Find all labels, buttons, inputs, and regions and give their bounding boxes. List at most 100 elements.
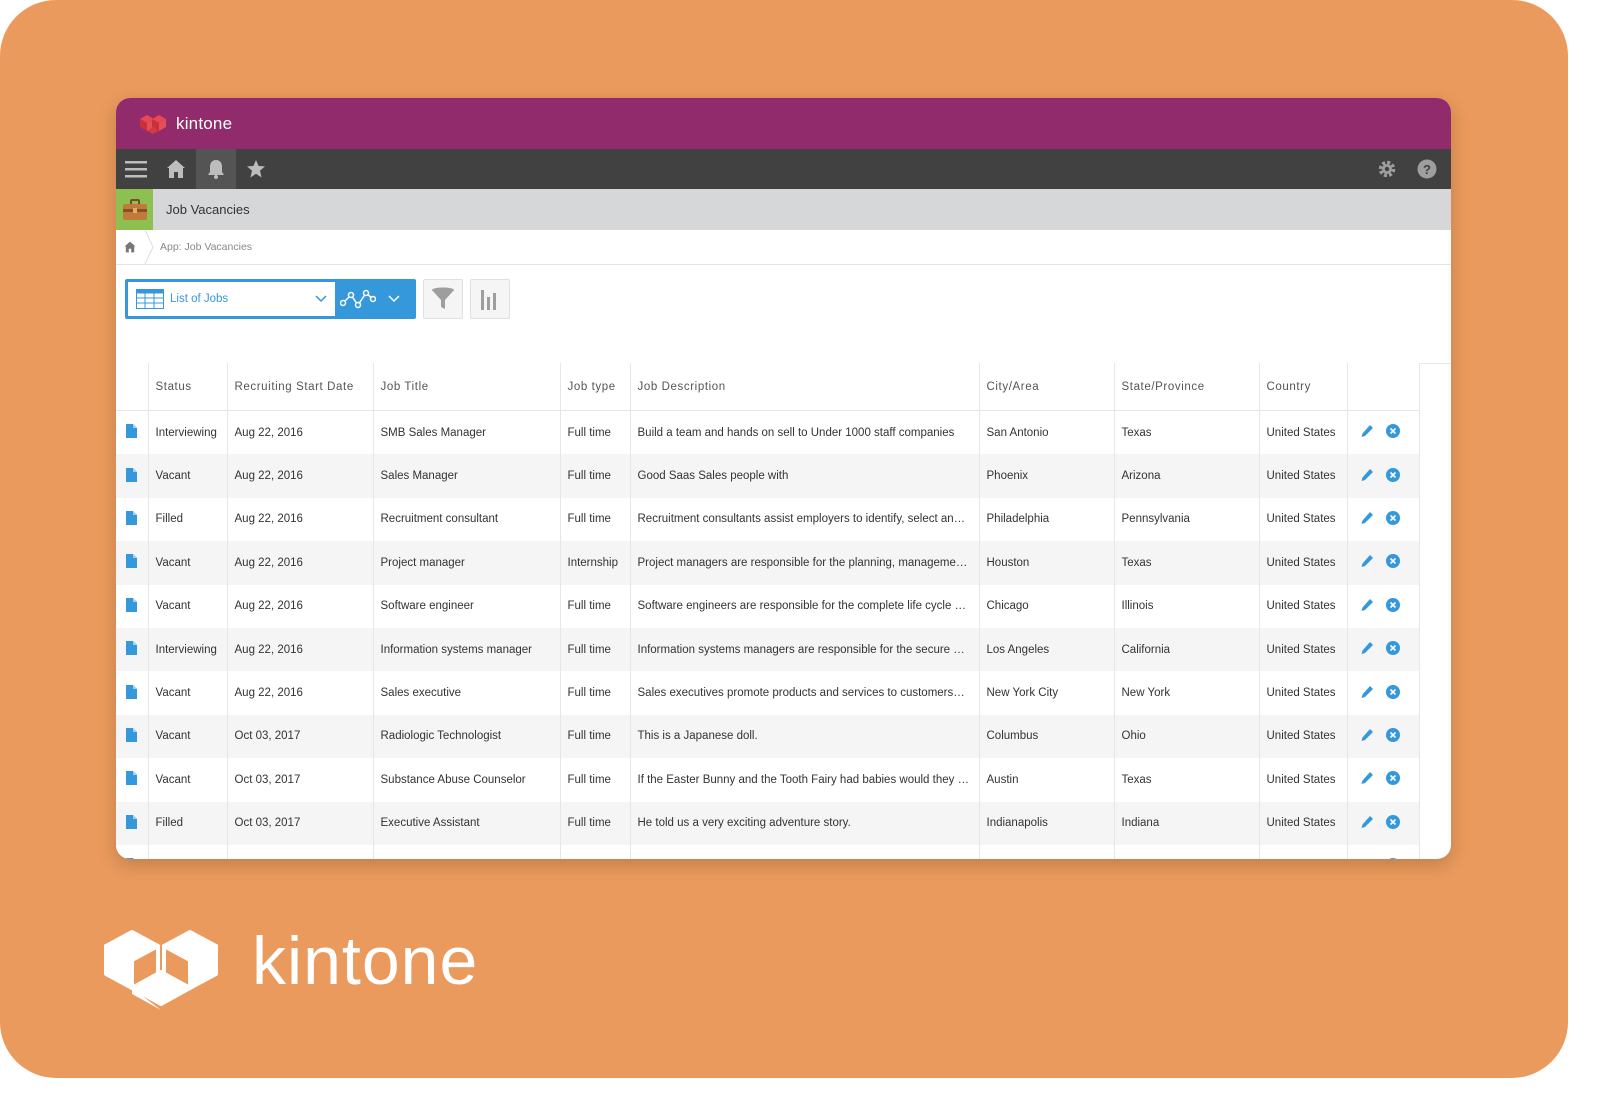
cell-country: United States bbox=[1259, 454, 1348, 498]
filter-button[interactable] bbox=[423, 279, 463, 319]
cell-job-description: Build a team and hands on sell to Under … bbox=[630, 410, 980, 455]
settings-button[interactable] bbox=[1367, 149, 1407, 189]
kintone-logo-icon[interactable] bbox=[138, 113, 168, 135]
edit-button[interactable] bbox=[1360, 511, 1374, 528]
delete-button[interactable] bbox=[1385, 814, 1400, 832]
record-detail-link[interactable] bbox=[116, 410, 149, 455]
table-row[interactable]: VacantOct 03, 2017EpidemiologistFull tim… bbox=[116, 844, 1420, 859]
record-detail-link[interactable] bbox=[116, 844, 149, 859]
cell-status: Vacant bbox=[148, 454, 228, 498]
header-job-type[interactable]: Job type bbox=[560, 363, 631, 411]
edit-button[interactable] bbox=[1360, 598, 1374, 615]
app-title: Job Vacancies bbox=[166, 202, 250, 217]
table-row[interactable]: Vacant Oct 03, 2017 Substance Abuse Counse… bbox=[116, 758, 1420, 802]
favorites-button[interactable] bbox=[236, 149, 276, 189]
cell-country: United States bbox=[1259, 541, 1348, 585]
cell-job-title: Radiologic Technologist bbox=[373, 714, 561, 759]
record-detail-link[interactable] bbox=[116, 714, 149, 759]
cell-job-description: If the Easter Bunny and the Tooth Fairy … bbox=[630, 758, 980, 802]
header-status[interactable]: Status bbox=[148, 363, 228, 411]
cell-state-province: Ohio bbox=[1114, 714, 1260, 759]
chevron-down-icon bbox=[315, 295, 327, 303]
delete-button[interactable] bbox=[1385, 554, 1400, 571]
document-icon bbox=[125, 684, 137, 699]
table-row[interactable]: Vacant Oct 03, 2017 Radiologic Technologis… bbox=[116, 714, 1420, 759]
view-label: List of Jobs bbox=[170, 293, 229, 305]
breadcrumb-home-link[interactable] bbox=[116, 230, 144, 264]
edit-button[interactable] bbox=[1360, 685, 1374, 702]
record-detail-link[interactable] bbox=[116, 454, 149, 498]
cell-status: Filled bbox=[148, 801, 228, 845]
table-row[interactable]: Filled Oct 03, 2017 Executive Assistant Ful… bbox=[116, 801, 1420, 845]
home-icon bbox=[124, 241, 136, 253]
cell-status: Interviewing bbox=[148, 410, 228, 455]
portal-home-button[interactable] bbox=[156, 149, 196, 189]
record-detail-link[interactable] bbox=[116, 671, 149, 715]
view-dropdown[interactable]: List of Jobs bbox=[128, 282, 335, 316]
cell-job-type: Full time bbox=[560, 584, 631, 628]
chart-button[interactable] bbox=[470, 279, 510, 319]
header-state-province[interactable]: State/Province bbox=[1114, 363, 1260, 411]
table-row[interactable]: Vacant Aug 22, 2016 Project manager Interns… bbox=[116, 541, 1420, 585]
cell-job-title: Executive Assistant bbox=[373, 801, 561, 845]
edit-button[interactable] bbox=[1360, 554, 1374, 571]
cell-job-title: Epidemiologist bbox=[373, 844, 561, 859]
cell-country: United States bbox=[1259, 671, 1348, 715]
edit-button[interactable] bbox=[1360, 468, 1374, 485]
table-row[interactable]: Interviewing Aug 22, 2016 SMB Sales Manage… bbox=[116, 410, 1420, 455]
cell-job-type: Full time bbox=[560, 714, 631, 759]
delete-button[interactable] bbox=[1385, 467, 1400, 485]
record-detail-link[interactable] bbox=[116, 541, 149, 585]
menu-button[interactable] bbox=[116, 149, 156, 189]
pencil-icon bbox=[1361, 555, 1373, 568]
edit-button[interactable] bbox=[1360, 424, 1374, 441]
document-icon bbox=[125, 597, 137, 612]
cell-status: Filled bbox=[148, 497, 228, 542]
cell-job-type: Internship bbox=[560, 541, 631, 585]
document-icon bbox=[125, 510, 137, 525]
graph-dropdown-button[interactable] bbox=[340, 285, 412, 313]
record-detail-link[interactable] bbox=[116, 584, 149, 628]
header-job-title[interactable]: Job Title bbox=[373, 363, 561, 411]
delete-button[interactable] bbox=[1385, 597, 1400, 615]
edit-button[interactable] bbox=[1360, 815, 1374, 832]
delete-button[interactable] bbox=[1386, 858, 1400, 859]
delete-button[interactable] bbox=[1385, 424, 1400, 441]
delete-button[interactable] bbox=[1385, 684, 1400, 702]
record-detail-link[interactable] bbox=[116, 627, 149, 672]
header-country[interactable]: Country bbox=[1259, 363, 1348, 411]
pencil-icon bbox=[1361, 468, 1373, 481]
header-job-description[interactable]: Job Description bbox=[630, 363, 980, 411]
close-icon bbox=[1385, 771, 1400, 786]
edit-button[interactable] bbox=[1360, 771, 1374, 788]
edit-button[interactable] bbox=[1360, 641, 1374, 658]
delete-button[interactable] bbox=[1385, 771, 1400, 788]
close-icon bbox=[1385, 467, 1400, 482]
table-row[interactable]: Vacant Aug 22, 2016 Sales executive Full ti… bbox=[116, 671, 1420, 715]
edit-button[interactable] bbox=[1360, 728, 1374, 745]
delete-button[interactable] bbox=[1385, 727, 1400, 745]
delete-button[interactable] bbox=[1385, 641, 1400, 658]
delete-button[interactable] bbox=[1385, 510, 1400, 528]
cell-status: Vacant bbox=[148, 541, 228, 585]
table-row[interactable]: Interviewing Aug 22, 2016 Information syst… bbox=[116, 627, 1420, 672]
cell-city-area: Indianapolis bbox=[979, 801, 1115, 845]
cell-city-area: Philadelphia bbox=[979, 497, 1115, 542]
breadcrumb-app-link[interactable]: App: Job Vacancies bbox=[160, 241, 252, 253]
pencil-icon bbox=[1361, 685, 1373, 698]
header-recruiting-start-date[interactable]: Recruiting Start Date bbox=[227, 363, 374, 411]
pencil-icon bbox=[1361, 511, 1373, 524]
record-detail-link[interactable] bbox=[116, 758, 149, 802]
cell-status: Vacant bbox=[148, 714, 228, 759]
edit-button[interactable] bbox=[1360, 858, 1374, 859]
record-detail-link[interactable] bbox=[116, 497, 149, 542]
table-row[interactable]: Vacant Aug 22, 2016 Sales Manager Full time… bbox=[116, 454, 1420, 498]
table-row[interactable]: Filled Aug 22, 2016 Recruitment consultant… bbox=[116, 497, 1420, 542]
notifications-button[interactable] bbox=[196, 149, 236, 189]
help-button[interactable]: ? bbox=[1407, 149, 1447, 189]
header-city-area[interactable]: City/Area bbox=[979, 363, 1115, 411]
cell-job-type: Full time bbox=[560, 497, 631, 542]
table-row[interactable]: Vacant Aug 22, 2016 Software engineer Full … bbox=[116, 584, 1420, 628]
record-detail-link[interactable] bbox=[116, 801, 149, 845]
cell-job-description: Recruitment consultants assist employers… bbox=[630, 497, 980, 542]
